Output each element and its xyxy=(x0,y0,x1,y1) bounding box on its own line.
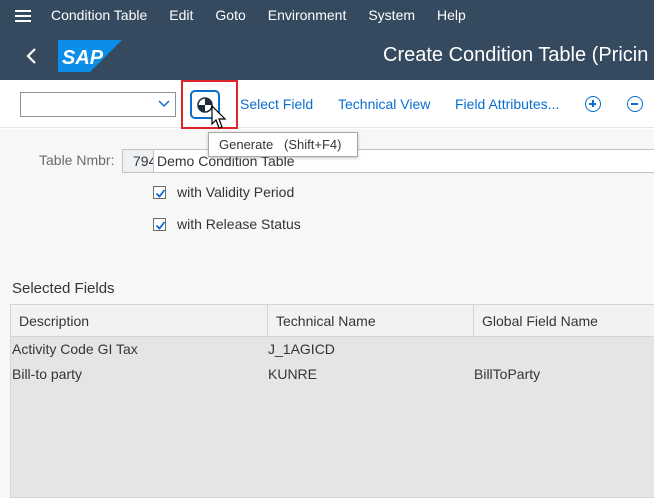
row-2-technical-name[interactable]: KUNRE xyxy=(268,366,317,382)
selected-fields-title: Selected Fields xyxy=(12,280,115,297)
row-2-global-field-name[interactable]: BillToParty xyxy=(474,366,540,382)
selected-fields-table: Description Technical Name Global Field … xyxy=(10,304,654,498)
hamburger-menu-icon[interactable] xyxy=(0,0,46,31)
chevron-down-icon xyxy=(158,100,170,108)
page-title: Create Condition Table (Pricin xyxy=(383,44,649,66)
svg-text:SAP: SAP xyxy=(62,47,104,69)
sap-logo: SAP xyxy=(58,40,122,72)
menu-goto[interactable]: Goto xyxy=(204,0,256,31)
generate-tooltip: Generate (Shift+F4) xyxy=(208,132,358,157)
checkmark-icon xyxy=(155,189,166,198)
release-status-checkbox[interactable] xyxy=(153,218,166,231)
column-header-description[interactable]: Description xyxy=(11,305,268,337)
technical-view-button[interactable]: Technical View xyxy=(338,80,430,128)
release-status-label: with Release Status xyxy=(177,216,301,232)
back-icon[interactable] xyxy=(20,44,44,68)
menu-system[interactable]: System xyxy=(357,0,426,31)
validity-period-label: with Validity Period xyxy=(177,184,295,200)
validity-period-checkbox[interactable] xyxy=(153,186,166,199)
menu-condition-table[interactable]: Condition Table xyxy=(46,0,158,31)
row-1-description[interactable]: Activity Code GI Tax xyxy=(12,341,138,357)
menu-edit[interactable]: Edit xyxy=(158,0,204,31)
column-header-technical-name[interactable]: Technical Name xyxy=(268,305,474,337)
menu-bar: Condition Table Edit Goto Environment Sy… xyxy=(0,0,654,31)
select-field-button[interactable]: Select Field xyxy=(240,80,313,128)
shell-header: SAP Create Condition Table (Pricin xyxy=(0,31,654,80)
field-attributes-button[interactable]: Field Attributes... xyxy=(455,80,559,128)
toolbar: Select Field Technical View Field Attrib… xyxy=(0,80,654,129)
checkmark-icon xyxy=(155,221,166,230)
menu-environment[interactable]: Environment xyxy=(257,0,358,31)
table-nmbr-label: Table Nmbr: xyxy=(39,152,115,168)
menu-help[interactable]: Help xyxy=(426,0,477,31)
expand-plus-icon[interactable] xyxy=(585,96,601,112)
collapse-minus-icon[interactable] xyxy=(627,96,643,112)
table-nmbr-field[interactable]: 794 xyxy=(122,149,154,173)
variant-dropdown[interactable] xyxy=(20,92,176,117)
row-2-description[interactable]: Bill-to party xyxy=(12,366,82,382)
column-header-global-field-name[interactable]: Global Field Name xyxy=(474,305,654,337)
row-1-technical-name[interactable]: J_1AGICD xyxy=(268,341,335,357)
mouse-cursor-icon xyxy=(211,105,227,129)
